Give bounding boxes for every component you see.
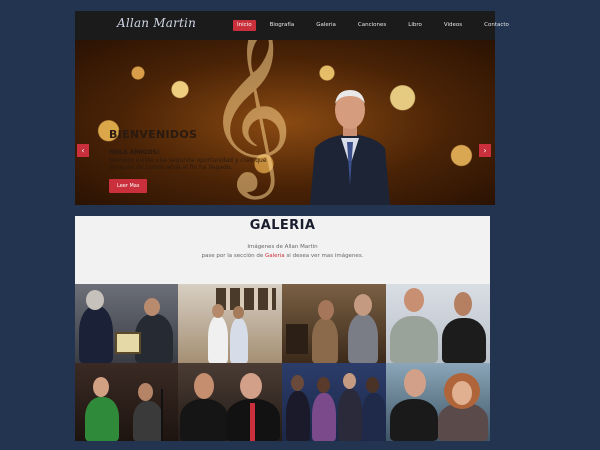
gallery-photo-3[interactable] (282, 284, 386, 363)
gallery-line-2-pre: pase por la sección de (201, 253, 264, 259)
gallery-line-2-post: si desea ver mas imágenes. (286, 253, 364, 259)
menu-item-inicio[interactable]: Inicio (233, 20, 256, 31)
gallery-title: GALERIA (249, 218, 316, 233)
gallery-photo-7[interactable] (282, 363, 386, 441)
gallery-section: GALERIA Imágenes de Allan Martin pase po… (75, 216, 490, 284)
menu-item-videos[interactable]: Videos (440, 20, 466, 31)
chevron-right-icon[interactable]: › (479, 144, 491, 157)
gallery-photo-6[interactable] (178, 363, 282, 441)
menu-item-galeria[interactable]: Galeria (312, 20, 340, 31)
gallery-line-1: Imágenes de Allan Martin (247, 244, 318, 250)
top-navbar: Allan Martin Inicio Biografía Galeria Ca… (75, 11, 509, 40)
gallery-photo-1[interactable] (75, 284, 178, 363)
menu-item-biografia[interactable]: Biografía (266, 20, 299, 31)
gallery-photo-4[interactable] (386, 284, 490, 363)
hero-body-text: Siempre existe una segunda oportunidad y… (109, 157, 267, 171)
gallery-line-2: pase por la sección de Galeria si desea … (75, 252, 490, 261)
photo-grid (75, 284, 490, 441)
gallery-link[interactable]: Galeria (265, 253, 285, 259)
hero-carousel: 𝄞 BIENVENIDOS HOLA AMIGOS! Siempre exist… (75, 40, 495, 205)
hero-subtitle: HOLA AMIGOS! (109, 149, 160, 156)
read-more-button[interactable]: Leer Mas (109, 179, 148, 193)
menu-item-libro[interactable]: Libro (404, 20, 426, 31)
gallery-photo-8[interactable] (386, 363, 490, 441)
gallery-photo-2[interactable] (178, 284, 282, 363)
hero-caption: BIENVENIDOS HOLA AMIGOS! Siempre existe … (109, 128, 289, 171)
site-logo[interactable]: Allan Martin (117, 16, 196, 30)
main-menu: Inicio Biografía Galeria Canciones Libro… (233, 20, 527, 31)
hero-portrait-image (310, 90, 390, 205)
chevron-left-icon[interactable]: ‹ (77, 144, 89, 157)
hero-title: BIENVENIDOS (109, 128, 198, 141)
menu-item-canciones[interactable]: Canciones (354, 20, 390, 31)
menu-item-contacto[interactable]: Contacto (480, 20, 513, 31)
gallery-photo-5[interactable] (75, 363, 178, 441)
